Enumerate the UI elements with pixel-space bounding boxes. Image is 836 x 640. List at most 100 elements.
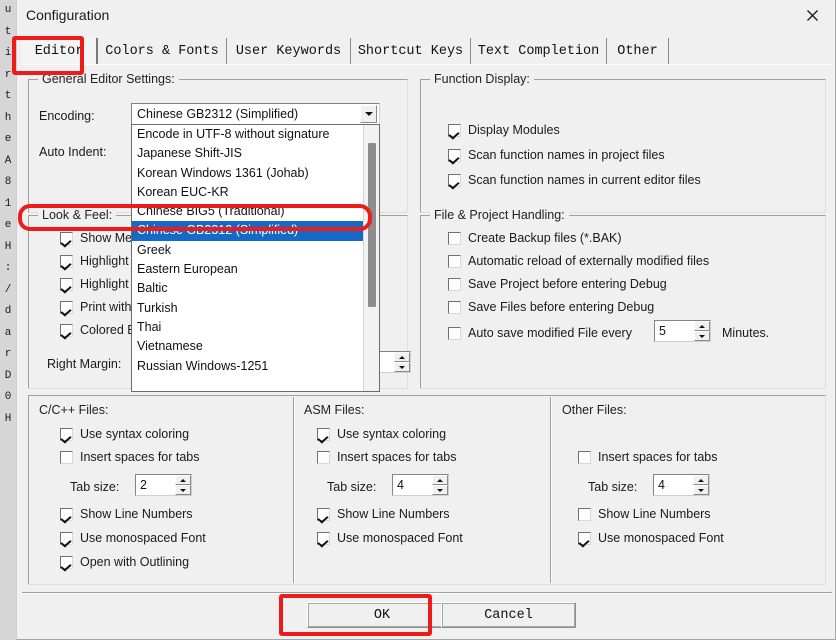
encoding-combobox[interactable]: Chinese GB2312 (Simplified) [131, 103, 380, 125]
checkbox-icon[interactable] [60, 531, 73, 545]
checkbox-automatic-reload[interactable]: Automatic reload of externally modified … [448, 252, 709, 270]
stepper-up-icon[interactable] [693, 475, 709, 485]
checkbox-icon[interactable] [60, 323, 73, 337]
checkbox-highlight-1[interactable]: Highlight [60, 252, 129, 270]
tab-other[interactable]: Other [607, 38, 669, 64]
stepper-buttons[interactable] [693, 475, 709, 495]
encoding-dropdown-list[interactable]: Encode in UTF-8 without signature Japane… [131, 124, 380, 392]
stepper-buttons[interactable] [694, 321, 710, 341]
stepper-down-icon[interactable] [432, 485, 448, 495]
encoding-dropdown-items[interactable]: Encode in UTF-8 without signature Japane… [132, 125, 363, 391]
checkbox-icon[interactable] [448, 277, 461, 291]
c-tab-size-stepper[interactable]: 2 [135, 474, 192, 496]
stepper-down-icon[interactable] [693, 485, 709, 495]
checkbox-icon[interactable] [60, 254, 73, 268]
stepper-down-icon[interactable] [694, 331, 710, 341]
checkbox-c-show-line-numbers[interactable]: Show Line Numbers [60, 505, 193, 523]
stepper-up-icon[interactable] [694, 321, 710, 331]
checkbox-create-backup-files[interactable]: Create Backup files (*.BAK) [448, 229, 622, 247]
checkbox-icon[interactable] [448, 300, 461, 314]
checkbox-other-show-line-numbers[interactable]: Show Line Numbers [578, 505, 711, 523]
checkbox-icon[interactable] [317, 427, 330, 441]
auto-save-interval-stepper[interactable]: 5 [654, 320, 711, 342]
checkbox-auto-save-modified-file[interactable]: Auto save modified File every [448, 324, 632, 342]
checkbox-other-use-monospaced-font[interactable]: Use monospaced Font [578, 529, 724, 547]
list-item[interactable]: Encode in UTF-8 without signature [132, 125, 363, 144]
checkbox-icon[interactable] [317, 507, 330, 521]
checkbox-icon[interactable] [60, 277, 73, 291]
list-item[interactable]: Korean EUC-KR [132, 183, 363, 202]
checkbox-icon[interactable] [578, 450, 591, 464]
stepper-buttons[interactable] [394, 352, 410, 372]
stepper-down-icon[interactable] [394, 362, 410, 372]
checkbox-c-use-syntax-coloring[interactable]: Use syntax coloring [60, 425, 189, 443]
checkbox-asm-show-line-numbers[interactable]: Show Line Numbers [317, 505, 450, 523]
checkbox-save-files-before-debug[interactable]: Save Files before entering Debug [448, 298, 654, 316]
checkbox-icon[interactable] [578, 531, 591, 545]
checkbox-icon[interactable] [448, 254, 461, 268]
checkbox-icon[interactable] [448, 123, 461, 137]
tab-editor[interactable]: Editor [22, 38, 98, 64]
list-item[interactable]: Eastern European [132, 260, 363, 279]
checkbox-asm-use-monospaced-font[interactable]: Use monospaced Font [317, 529, 463, 547]
dropdown-scrollbar[interactable] [363, 125, 379, 391]
checkbox-icon[interactable] [317, 450, 330, 464]
checkbox-icon[interactable] [578, 507, 591, 521]
checkbox-icon[interactable] [448, 231, 461, 245]
checkbox-c-insert-spaces-for-tabs[interactable]: Insert spaces for tabs [60, 448, 200, 466]
other-tab-size-value[interactable]: 4 [654, 475, 693, 495]
checkbox-icon[interactable] [60, 231, 73, 245]
stepper-up-icon[interactable] [394, 352, 410, 362]
checkbox-icon[interactable] [60, 555, 73, 569]
close-icon[interactable] [789, 0, 835, 31]
checkbox-scan-current-editor-files[interactable]: Scan function names in current editor fi… [448, 171, 701, 189]
checkbox-icon[interactable] [60, 507, 73, 521]
tab-shortcut-keys[interactable]: Shortcut Keys [351, 38, 471, 64]
tab-colors-fonts[interactable]: Colors & Fonts [98, 38, 227, 64]
checkbox-highlight-2[interactable]: Highlight [60, 275, 129, 293]
list-item[interactable]: Thai [132, 318, 363, 337]
checkbox-scan-project-files[interactable]: Scan function names in project files [448, 146, 665, 164]
list-item[interactable]: Turkish [132, 299, 363, 318]
checkbox-asm-insert-spaces-for-tabs[interactable]: Insert spaces for tabs [317, 448, 457, 466]
stepper-up-icon[interactable] [175, 475, 191, 485]
stepper-buttons[interactable] [432, 475, 448, 495]
checkbox-display-modules[interactable]: Display Modules [448, 121, 560, 139]
checkbox-icon[interactable] [60, 300, 73, 314]
tab-text-completion[interactable]: Text Completion [471, 38, 607, 64]
checkbox-show-me[interactable]: Show Me [60, 229, 132, 247]
stepper-buttons[interactable] [175, 475, 191, 495]
checkbox-other-insert-spaces-for-tabs[interactable]: Insert spaces for tabs [578, 448, 718, 466]
checkbox-icon[interactable] [448, 326, 461, 340]
checkbox-icon[interactable] [317, 531, 330, 545]
checkbox-c-open-with-outlining[interactable]: Open with Outlining [60, 553, 189, 571]
other-tab-size-stepper[interactable]: 4 [653, 474, 710, 496]
asm-tab-size-stepper[interactable]: 4 [392, 474, 449, 496]
checkbox-c-use-monospaced-font[interactable]: Use monospaced Font [60, 529, 206, 547]
checkbox-icon[interactable] [448, 148, 461, 162]
checkbox-save-project-before-debug[interactable]: Save Project before entering Debug [448, 275, 667, 293]
c-tab-size-value[interactable]: 2 [136, 475, 175, 495]
ok-button[interactable]: OK [307, 602, 457, 628]
chevron-down-icon[interactable] [360, 105, 377, 123]
stepper-up-icon[interactable] [432, 475, 448, 485]
stepper-down-icon[interactable] [175, 485, 191, 495]
list-item[interactable]: Vietnamese [132, 337, 363, 356]
list-item[interactable]: Chinese BIG5 (Traditional) [132, 202, 363, 221]
checkbox-icon[interactable] [60, 450, 73, 464]
scrollbar-thumb[interactable] [368, 143, 376, 307]
tab-user-keywords[interactable]: User Keywords [227, 38, 351, 64]
checkbox-icon[interactable] [60, 427, 73, 441]
auto-save-interval-value[interactable]: 5 [655, 321, 694, 341]
checkbox-asm-use-syntax-coloring[interactable]: Use syntax coloring [317, 425, 446, 443]
cancel-button[interactable]: Cancel [441, 602, 576, 628]
checkbox-icon[interactable] [448, 173, 461, 187]
checkbox-print-with[interactable]: Print with [60, 298, 131, 316]
list-item[interactable]: Greek [132, 241, 363, 260]
list-item[interactable]: Japanese Shift-JIS [132, 144, 363, 163]
list-item[interactable]: Baltic [132, 279, 363, 298]
list-item[interactable]: Korean Windows 1361 (Johab) [132, 164, 363, 183]
asm-tab-size-value[interactable]: 4 [393, 475, 432, 495]
list-item[interactable]: Russian Windows-1251 [132, 357, 363, 376]
list-item-selected[interactable]: Chinese GB2312 (Simplified) [132, 221, 363, 241]
